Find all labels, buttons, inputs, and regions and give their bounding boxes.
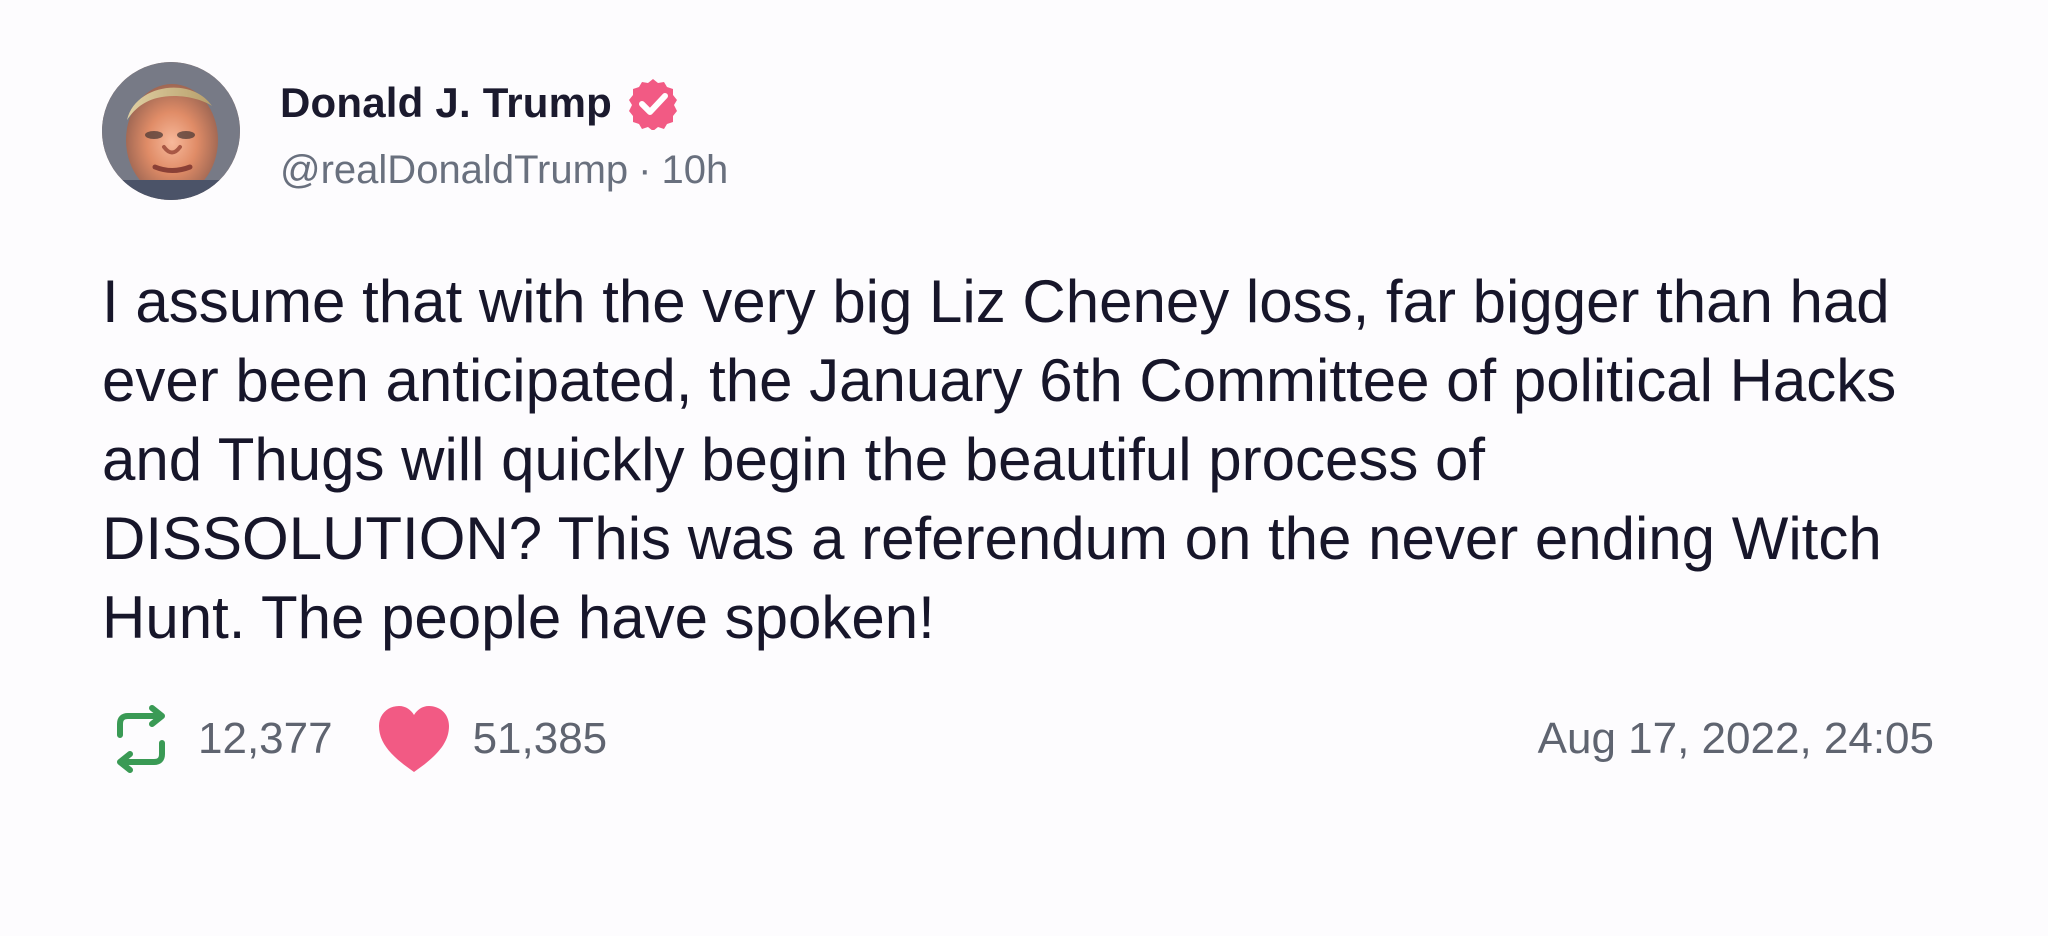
avatar[interactable] <box>102 62 240 200</box>
verified-badge-icon <box>626 76 680 131</box>
retweet-icon[interactable] <box>102 700 180 778</box>
author-name[interactable]: Donald J. Trump <box>280 79 612 127</box>
like-count: 51,385 <box>472 714 608 763</box>
post-footer: 12,377 51,385 Aug 17, 2022, 24:05 <box>102 700 1938 778</box>
retweet-action[interactable]: 12,377 <box>102 700 333 778</box>
author-handle[interactable]: @realDonaldTrump <box>280 148 628 193</box>
meta-separator: · <box>638 147 652 192</box>
post-card: Donald J. Trump @realDonaldTrump · 10h I… <box>0 0 2048 936</box>
name-row: Donald J. Trump <box>280 76 728 131</box>
post-age: 10h <box>661 147 729 192</box>
heart-icon[interactable] <box>373 700 455 778</box>
post-actions: 12,377 51,385 <box>102 700 647 778</box>
post-text: I assume that with the very big Liz Chen… <box>102 268 1897 651</box>
author-meta: @realDonaldTrump · 10h <box>280 148 728 193</box>
post-header: Donald J. Trump @realDonaldTrump · 10h <box>102 62 728 200</box>
retweet-count: 12,377 <box>198 714 333 763</box>
author-info: Donald J. Trump @realDonaldTrump · 10h <box>280 70 728 193</box>
post-timestamp: Aug 17, 2022, 24:05 <box>1537 714 1934 763</box>
like-action[interactable]: 51,385 <box>373 700 608 778</box>
